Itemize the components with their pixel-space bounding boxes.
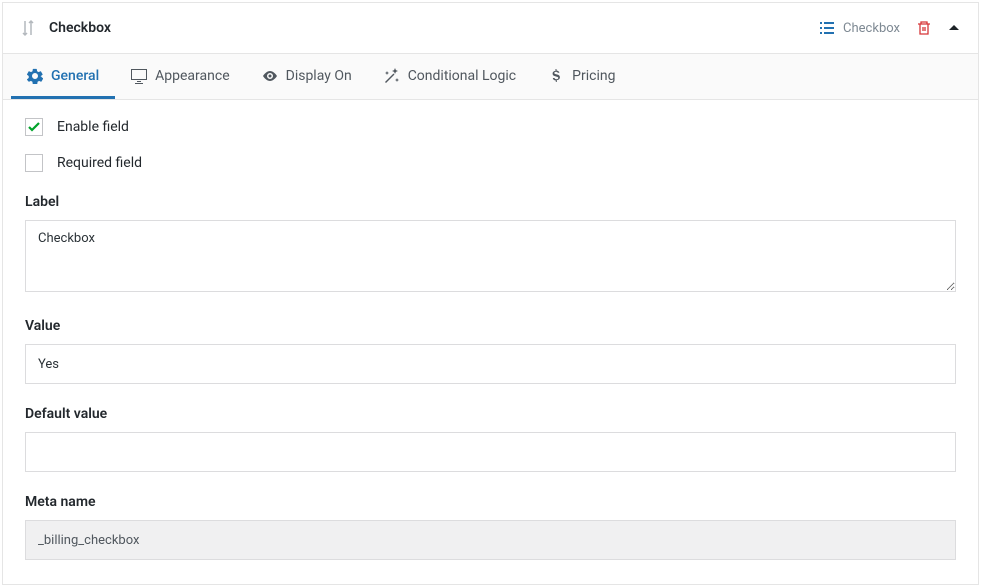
meta-name-input[interactable] (25, 520, 956, 560)
tabs-nav: General Appearance Display On Conditiona… (3, 53, 978, 100)
default-value-field-label: Default value (25, 406, 956, 422)
gear-icon (27, 68, 43, 84)
dollar-icon (548, 68, 564, 84)
panel-header: Checkbox Checkbox (3, 3, 978, 53)
tab-label: Display On (286, 68, 352, 84)
tab-label: Appearance (155, 68, 229, 84)
eye-icon (262, 68, 278, 84)
monitor-icon (131, 68, 147, 84)
tab-label: Pricing (572, 68, 615, 84)
label-input[interactable] (25, 220, 956, 292)
field-panel: Checkbox Checkbox (2, 2, 979, 585)
enable-field-checkbox[interactable] (25, 118, 43, 136)
panel-title: Checkbox (49, 20, 111, 36)
value-input[interactable] (25, 344, 956, 384)
tab-label: Conditional Logic (408, 68, 516, 84)
tab-label: General (51, 68, 99, 84)
header-left: Checkbox (21, 19, 111, 37)
required-field-checkbox[interactable] (25, 154, 43, 172)
required-field-label: Required field (57, 155, 142, 171)
magic-wand-icon (384, 68, 400, 84)
label-field-group: Label (25, 194, 956, 296)
header-right: Checkbox (819, 20, 960, 36)
tab-display-on[interactable]: Display On (246, 54, 368, 99)
meta-name-field-group: Meta name (25, 494, 956, 560)
meta-name-field-label: Meta name (25, 494, 956, 510)
chevron-up-icon (948, 22, 960, 34)
collapse-button[interactable] (948, 22, 960, 34)
value-field-label: Value (25, 318, 956, 334)
panel-body: Enable field Required field Label Value … (3, 100, 978, 584)
delete-button[interactable] (916, 20, 932, 36)
tab-pricing[interactable]: Pricing (532, 54, 631, 99)
required-field-row: Required field (25, 154, 956, 172)
label-field-label: Label (25, 194, 956, 210)
check-icon (27, 120, 41, 134)
default-value-field-group: Default value (25, 406, 956, 472)
field-type-badge: Checkbox (819, 20, 900, 36)
tab-appearance[interactable]: Appearance (115, 54, 245, 99)
field-type-label: Checkbox (843, 21, 900, 36)
value-field-group: Value (25, 318, 956, 384)
drag-handle-icon[interactable] (21, 19, 35, 37)
enable-field-row: Enable field (25, 118, 956, 136)
default-value-input[interactable] (25, 432, 956, 472)
list-icon (819, 20, 835, 36)
trash-icon (916, 20, 932, 36)
tab-general[interactable]: General (11, 54, 115, 99)
enable-field-label: Enable field (57, 119, 129, 135)
tab-conditional-logic[interactable]: Conditional Logic (368, 54, 532, 99)
